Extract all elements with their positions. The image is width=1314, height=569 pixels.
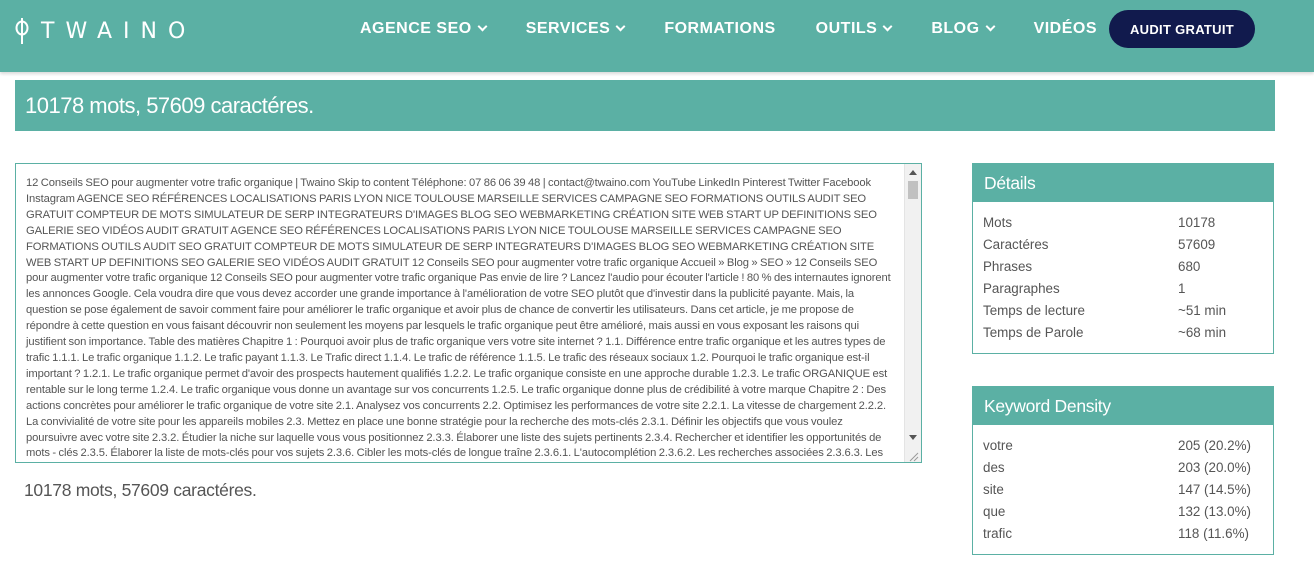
nav-label: SERVICES	[525, 20, 611, 37]
audit-gratuit-button[interactable]: AUDIT GRATUIT	[1109, 10, 1255, 48]
nav-label: OUTILS	[815, 20, 878, 37]
keyword-word: trafic	[983, 525, 1013, 541]
details-title: Détails	[973, 164, 1273, 202]
row-label: Phrases	[983, 258, 1033, 274]
row-value: 57609	[1178, 236, 1216, 252]
chevron-down-icon	[615, 21, 626, 32]
vertical-scrollbar[interactable]	[904, 164, 921, 462]
text-input-area[interactable]: 12 Conseils SEO pour augmenter votre tra…	[15, 163, 922, 463]
row-value: 1	[1178, 280, 1186, 296]
details-row-temps-parole: Temps de Parole ~68 min	[983, 321, 1263, 343]
details-row-paragraphes: Paragraphes 1	[983, 277, 1263, 299]
keyword-word: site	[983, 481, 1004, 497]
keyword-density-body: votre 205 (20.2%) des 203 (20.0%) site 1…	[973, 425, 1273, 550]
details-panel: Détails Mots 10178 Caractéres 57609 Phra…	[972, 163, 1274, 354]
twaino-logo[interactable]: TWAINO	[15, 16, 196, 46]
keyword-count: 203 (20.0%)	[1178, 459, 1251, 475]
keyword-row: site 147 (14.5%)	[983, 478, 1263, 500]
details-body: Mots 10178 Caractéres 57609 Phrases 680 …	[973, 202, 1273, 349]
row-value: ~68 min	[1178, 324, 1227, 340]
keyword-count: 205 (20.2%)	[1178, 437, 1251, 453]
nav-agence-seo[interactable]: AGENCE SEO	[340, 20, 506, 38]
keyword-word: que	[983, 503, 1006, 519]
row-value: ~51 min	[1178, 302, 1227, 318]
keyword-row: que 132 (13.0%)	[983, 500, 1263, 522]
row-label: Mots	[983, 214, 1013, 230]
keyword-density-title: Keyword Density	[973, 387, 1273, 425]
scroll-up-arrow-icon[interactable]	[909, 170, 917, 175]
keyword-count: 147 (14.5%)	[1178, 481, 1251, 497]
keyword-row: trafic 118 (11.6%)	[983, 522, 1263, 544]
word-count-summary: 10178 mots, 57609 caractéres.	[24, 480, 257, 500]
resize-grip-icon[interactable]	[908, 449, 919, 462]
row-label: Temps de Parole	[983, 324, 1084, 340]
logo-mark-icon	[15, 18, 29, 44]
keyword-density-panel: Keyword Density votre 205 (20.2%) des 20…	[972, 386, 1274, 555]
keyword-row: votre 205 (20.2%)	[983, 434, 1263, 456]
word-count-banner: 10178 mots, 57609 caractéres.	[15, 80, 1275, 131]
row-value: 10178	[1178, 214, 1216, 230]
details-row-mots: Mots 10178	[983, 211, 1263, 233]
row-label: Paragraphes	[983, 280, 1060, 296]
nav-outils[interactable]: OUTILS	[796, 20, 912, 38]
nav-label: BLOG	[931, 20, 980, 37]
nav-videos[interactable]: VIDÉOS	[1014, 20, 1117, 38]
row-label: Caractéres	[983, 236, 1049, 252]
text-input-content[interactable]: 12 Conseils SEO pour augmenter votre tra…	[16, 164, 904, 462]
keyword-word: votre	[983, 437, 1013, 453]
keyword-count: 118 (11.6%)	[1178, 525, 1249, 541]
details-row-phrases: Phrases 680	[983, 255, 1263, 277]
nav-label: AGENCE SEO	[360, 20, 472, 37]
details-row-temps-lecture: Temps de lecture ~51 min	[983, 299, 1263, 321]
chevron-down-icon	[985, 21, 996, 32]
keyword-word: des	[983, 459, 1005, 475]
nav-services[interactable]: SERVICES	[506, 20, 645, 38]
nav-label: FORMATIONS	[664, 20, 776, 37]
nav-formations[interactable]: FORMATIONS	[644, 20, 795, 38]
keyword-row: des 203 (20.0%)	[983, 456, 1263, 478]
row-value: 680	[1178, 258, 1201, 274]
scroll-thumb[interactable]	[908, 181, 918, 199]
details-row-caracteres: Caractéres 57609	[983, 233, 1263, 255]
site-header: TWAINO AGENCE SEO SERVICES FORMATIONS OU…	[0, 0, 1314, 72]
chevron-down-icon	[882, 21, 893, 32]
scroll-down-arrow-icon[interactable]	[909, 435, 917, 440]
main-nav: AGENCE SEO SERVICES FORMATIONS OUTILS BL…	[340, 0, 1117, 58]
nav-blog[interactable]: BLOG	[911, 20, 1013, 38]
nav-label: VIDÉOS	[1033, 20, 1098, 37]
row-label: Temps de lecture	[983, 302, 1085, 318]
logo-text: TWAINO	[41, 18, 197, 44]
chevron-down-icon	[477, 21, 488, 32]
keyword-count: 132 (13.0%)	[1178, 503, 1251, 519]
